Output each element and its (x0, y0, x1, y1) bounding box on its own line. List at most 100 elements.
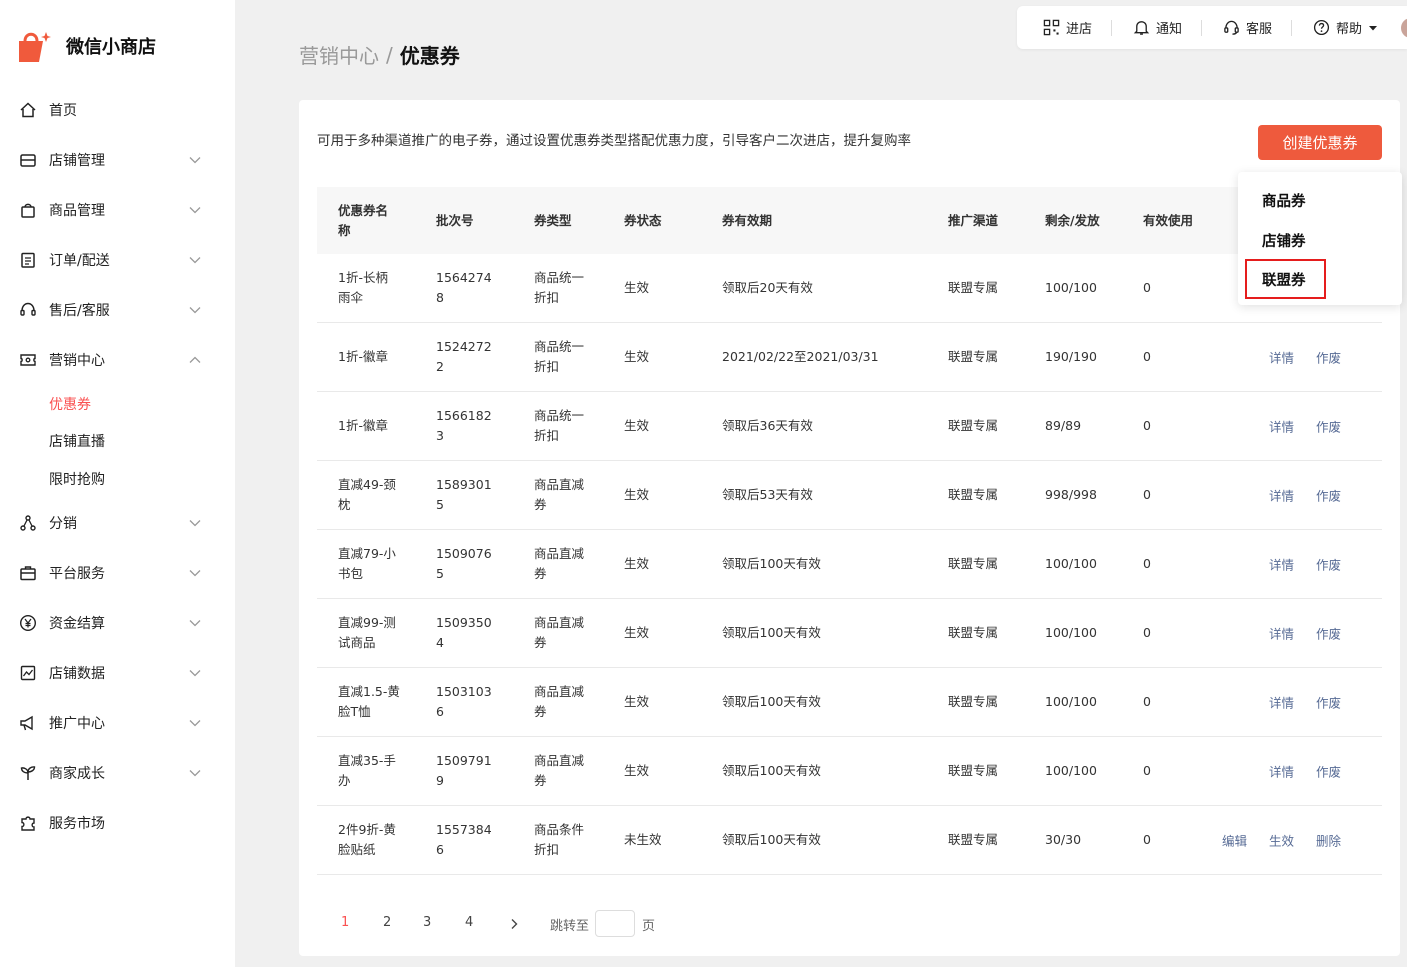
sidebar-subitem[interactable]: 限时抢购 (0, 460, 235, 498)
notify-button[interactable]: 通知 (1133, 18, 1182, 38)
remain-issued: 100/100 (1045, 556, 1097, 571)
column-header: 剩余/发放 (1045, 212, 1100, 228)
void-link[interactable]: 作废 (1316, 624, 1341, 643)
sidebar-item[interactable]: 平台服务 (0, 548, 235, 598)
sidebar-item[interactable]: 推广中心 (0, 698, 235, 748)
sidebar-item-label: 平台服务 (49, 565, 105, 582)
sidebar-item[interactable]: 订单/配送 (0, 235, 235, 285)
sidebar-item[interactable]: 服务市场 (0, 798, 235, 848)
coupon-validity: 领取后36天有效 (722, 418, 813, 433)
sidebar-item[interactable]: 售后/客服 (0, 285, 235, 335)
sidebar-item[interactable]: 营销中心 (0, 335, 235, 385)
void-link[interactable]: 作废 (1316, 348, 1341, 367)
help-button[interactable]: 帮助 (1313, 18, 1378, 38)
batch-number: 15893015 (436, 477, 492, 512)
sidebar-item[interactable]: 分销 (0, 498, 235, 548)
notify-label: 通知 (1156, 22, 1183, 37)
sidebar-subitem[interactable]: 店铺直播 (0, 423, 235, 461)
coupon-status: 生效 (624, 625, 650, 640)
breadcrumb-parent[interactable]: 营销中心 (299, 40, 379, 69)
page-number[interactable]: 1 (341, 915, 349, 930)
enter-store-label: 进店 (1066, 22, 1093, 37)
coupon-type: 商品直减券 (534, 477, 585, 512)
promo-channel: 联盟专属 (948, 763, 999, 778)
sidebar-item[interactable]: 商家成长 (0, 748, 235, 798)
pagination: 跳转至 页 1 2 3 4 (299, 910, 699, 937)
coupon-type: 商品直减券 (534, 753, 585, 788)
table-row: 2件9折-黄脸贴纸 15573846 商品条件折扣 未生效 领取后100天有效 联盟专属 3… (317, 806, 1382, 875)
sidebar-item[interactable]: 商品管理 (0, 185, 235, 235)
chevron-down-icon (189, 257, 201, 264)
valid-used: 0 (1143, 832, 1151, 847)
chevron-down-icon (189, 569, 201, 576)
coupon-name: 直减1.5-黄脸T恤 (338, 684, 400, 719)
avatar[interactable] (1401, 18, 1407, 38)
qrcode-icon (1043, 19, 1060, 36)
service-button[interactable]: 客服 (1223, 18, 1272, 38)
service-label: 客服 (1246, 22, 1273, 37)
detail-link[interactable]: 详情 (1269, 348, 1294, 367)
create-coupon-button[interactable]: 创建优惠券 (1258, 125, 1382, 160)
page-number[interactable]: 4 (465, 915, 473, 930)
sidebar-item-label: 服务市场 (49, 815, 105, 832)
valid-used: 0 (1143, 763, 1151, 778)
detail-link[interactable]: 详情 (1269, 417, 1294, 436)
column-header: 推广渠道 (948, 212, 999, 228)
dropdown-item-store-coupon[interactable]: 店铺券 (1262, 230, 1306, 251)
enter-store-button[interactable]: 进店 (1043, 18, 1092, 38)
detail-link[interactable]: 详情 (1269, 624, 1294, 643)
coupon-card: 可用于多种渠道推广的电子券，通过设置优惠券类型搭配优惠力度，引导客户二次进店，提… (299, 100, 1400, 956)
void-link[interactable]: 作废 (1316, 762, 1341, 781)
coupon-status: 生效 (624, 280, 650, 295)
delete-link[interactable]: 删除 (1316, 831, 1341, 850)
promo-channel: 联盟专属 (948, 694, 999, 709)
help-circle-icon (1313, 19, 1330, 36)
detail-link[interactable]: 详情 (1269, 693, 1294, 712)
detail-link[interactable]: 详情 (1269, 762, 1294, 781)
void-link[interactable]: 作废 (1316, 486, 1341, 505)
coupon-name: 直减35-手办 (338, 753, 396, 788)
batch-number: 15642748 (436, 270, 492, 305)
edit-link[interactable]: 编辑 (1222, 831, 1247, 850)
coupon-type: 商品统一折扣 (534, 408, 585, 443)
coupon-status: 生效 (624, 418, 650, 433)
coupon-status: 未生效 (624, 832, 662, 847)
sidebar-item[interactable]: 资金结算 (0, 598, 235, 648)
bag-icon (18, 200, 38, 220)
coupon-type: 商品统一折扣 (534, 339, 585, 374)
coupon-name: 1折-徽章 (338, 418, 388, 433)
promo-channel: 联盟专属 (948, 556, 999, 571)
void-link[interactable]: 作废 (1316, 693, 1341, 712)
sidebar-item-label: 店铺数据 (49, 665, 105, 682)
batch-number: 15573846 (436, 822, 492, 857)
valid-used: 0 (1143, 625, 1151, 640)
jump-page-input[interactable] (595, 910, 635, 937)
valid-used: 0 (1143, 280, 1151, 295)
coupon-name: 1折-徽章 (338, 349, 388, 364)
sidebar-item[interactable]: 首页 (0, 85, 235, 135)
coupon-validity: 领取后100天有效 (722, 763, 821, 778)
void-link[interactable]: 作废 (1316, 555, 1341, 574)
dropdown-item-product-coupon[interactable]: 商品券 (1262, 190, 1306, 211)
coupon-type: 商品直减券 (534, 546, 585, 581)
sidebar-nav: 首页 店铺管理商品管理订单/配送 售后/客服 营销中心 优惠券 店铺直播 限时抢购 分销平台服… (0, 85, 235, 848)
chevron-down-icon (189, 207, 201, 214)
activate-link[interactable]: 生效 (1269, 831, 1294, 850)
brand[interactable]: 微信小商店 (16, 28, 156, 64)
next-page-icon[interactable] (509, 918, 519, 930)
detail-link[interactable]: 详情 (1269, 486, 1294, 505)
page-number[interactable]: 3 (423, 915, 431, 930)
sidebar-item[interactable]: 店铺数据 (0, 648, 235, 698)
void-link[interactable]: 作废 (1316, 417, 1341, 436)
sidebar-subitem[interactable]: 优惠券 (0, 385, 235, 423)
yuan-icon (18, 613, 38, 633)
detail-link[interactable]: 详情 (1269, 555, 1294, 574)
headset-icon (18, 300, 38, 320)
topbar-divider (1111, 20, 1112, 36)
coupon-name: 直减99-测试商品 (338, 615, 396, 650)
breadcrumb-current: 优惠券 (399, 44, 460, 68)
brand-name: 微信小商店 (66, 37, 156, 58)
sidebar-item-label: 商品管理 (49, 203, 105, 219)
page-number[interactable]: 2 (383, 915, 391, 930)
sidebar-item[interactable]: 店铺管理 (0, 135, 235, 185)
